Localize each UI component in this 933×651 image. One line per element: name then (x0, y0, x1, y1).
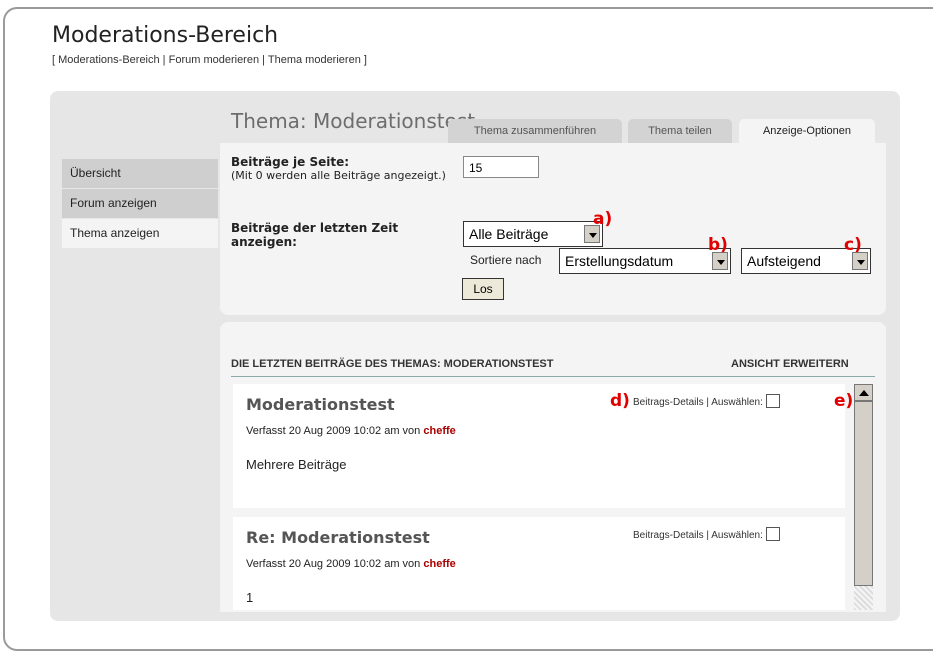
post-item: Moderationstest Verfasst 20 Aug 2009 10:… (233, 384, 845, 508)
tab-merge-topic[interactable]: Thema zusammenführen (448, 119, 622, 143)
sort-by-label: Sortiere nach (470, 253, 542, 267)
posts-per-page-hint: (Mit 0 werden alle Beiträge angezeigt.) (231, 169, 446, 182)
post-item: Re: Moderationstest Verfasst 20 Aug 2009… (233, 517, 845, 610)
recent-posts-select[interactable]: Alle Beiträge (463, 221, 603, 247)
post-actions: Beitrags-Details | Auswählen: (633, 527, 780, 541)
post-meta-text: Verfasst 20 Aug 2009 10:02 am von (246, 425, 424, 437)
marker-b: b) (708, 235, 728, 255)
post-author[interactable]: cheffe (423, 558, 455, 570)
sort-by-value: Erstellungsdatum (565, 253, 674, 269)
post-title: Moderationstest (246, 395, 395, 414)
post-title: Re: Moderationstest (246, 528, 430, 547)
sidebar-item-overview[interactable]: Übersicht (62, 159, 218, 189)
sort-by-select[interactable]: Erstellungsdatum (559, 248, 731, 274)
topic-title: Thema: Moderationstest (231, 109, 476, 133)
posts-per-page-input[interactable]: 15 (463, 156, 539, 178)
post-body: Mehrere Beiträge (246, 457, 347, 472)
breadcrumb-separator: | (159, 54, 169, 66)
breadcrumb-topic[interactable]: Thema moderieren (268, 54, 361, 66)
breadcrumb-moderation[interactable]: Moderations-Bereich (58, 54, 160, 66)
page-title: Moderations-Bereich (52, 23, 279, 48)
posts-per-page-label: Beiträge je Seite: (Mit 0 werden alle Be… (231, 155, 446, 182)
breadcrumb-bracket-close: ] (360, 54, 367, 66)
marker-a: a) (593, 209, 613, 229)
divider (231, 376, 875, 377)
select-label: | Auswählen: (703, 397, 763, 408)
sidebar-item-view-topic[interactable]: Thema anzeigen (62, 219, 218, 249)
scroll-up-icon[interactable] (854, 384, 873, 401)
sidebar: Übersicht Forum anzeigen Thema anzeigen (62, 159, 218, 249)
post-details-link[interactable]: Beitrags-Details (633, 530, 704, 541)
post-author[interactable]: cheffe (423, 425, 455, 437)
marker-d: d) (610, 391, 630, 411)
posts-per-page-text: Beiträge je Seite: (231, 155, 350, 169)
select-label: | Auswählen: (703, 530, 763, 541)
select-checkbox[interactable] (765, 394, 780, 408)
post-details-link[interactable]: Beitrags-Details (633, 397, 704, 408)
post-meta: Verfasst 20 Aug 2009 10:02 am von cheffe (246, 558, 456, 570)
breadcrumb: [ Moderations-Bereich | Forum moderieren… (52, 54, 367, 66)
marker-c: c) (844, 235, 862, 255)
scrollbar-thumb[interactable] (854, 401, 873, 586)
breadcrumb-forum[interactable]: Forum moderieren (169, 54, 259, 66)
go-button[interactable]: Los (462, 278, 504, 300)
post-actions: Beitrags-Details | Auswählen: (633, 394, 780, 408)
select-checkbox[interactable] (765, 527, 780, 541)
posts-heading: DIE LETZTEN BEITRÄGE DES THEMAS: MODERAT… (231, 358, 554, 370)
recent-posts-value: Alle Beiträge (469, 226, 549, 242)
post-meta-text: Verfasst 20 Aug 2009 10:02 am von (246, 558, 424, 570)
tab-split-topic[interactable]: Thema teilen (628, 119, 732, 143)
posts-scrollbar[interactable] (854, 384, 873, 610)
post-meta: Verfasst 20 Aug 2009 10:02 am von cheffe (246, 425, 456, 437)
expand-view-link[interactable]: ANSICHT ERWEITERN (731, 358, 849, 370)
marker-e: e) (834, 391, 854, 411)
sort-order-value: Aufsteigend (747, 253, 821, 269)
tab-display-options[interactable]: Anzeige-Optionen (739, 119, 875, 145)
recent-posts-label: Beiträge der letzten Zeit anzeigen: (231, 221, 399, 249)
sidebar-item-view-forum[interactable]: Forum anzeigen (62, 189, 218, 219)
post-body: 1 (246, 590, 254, 605)
breadcrumb-separator: | (259, 54, 268, 66)
